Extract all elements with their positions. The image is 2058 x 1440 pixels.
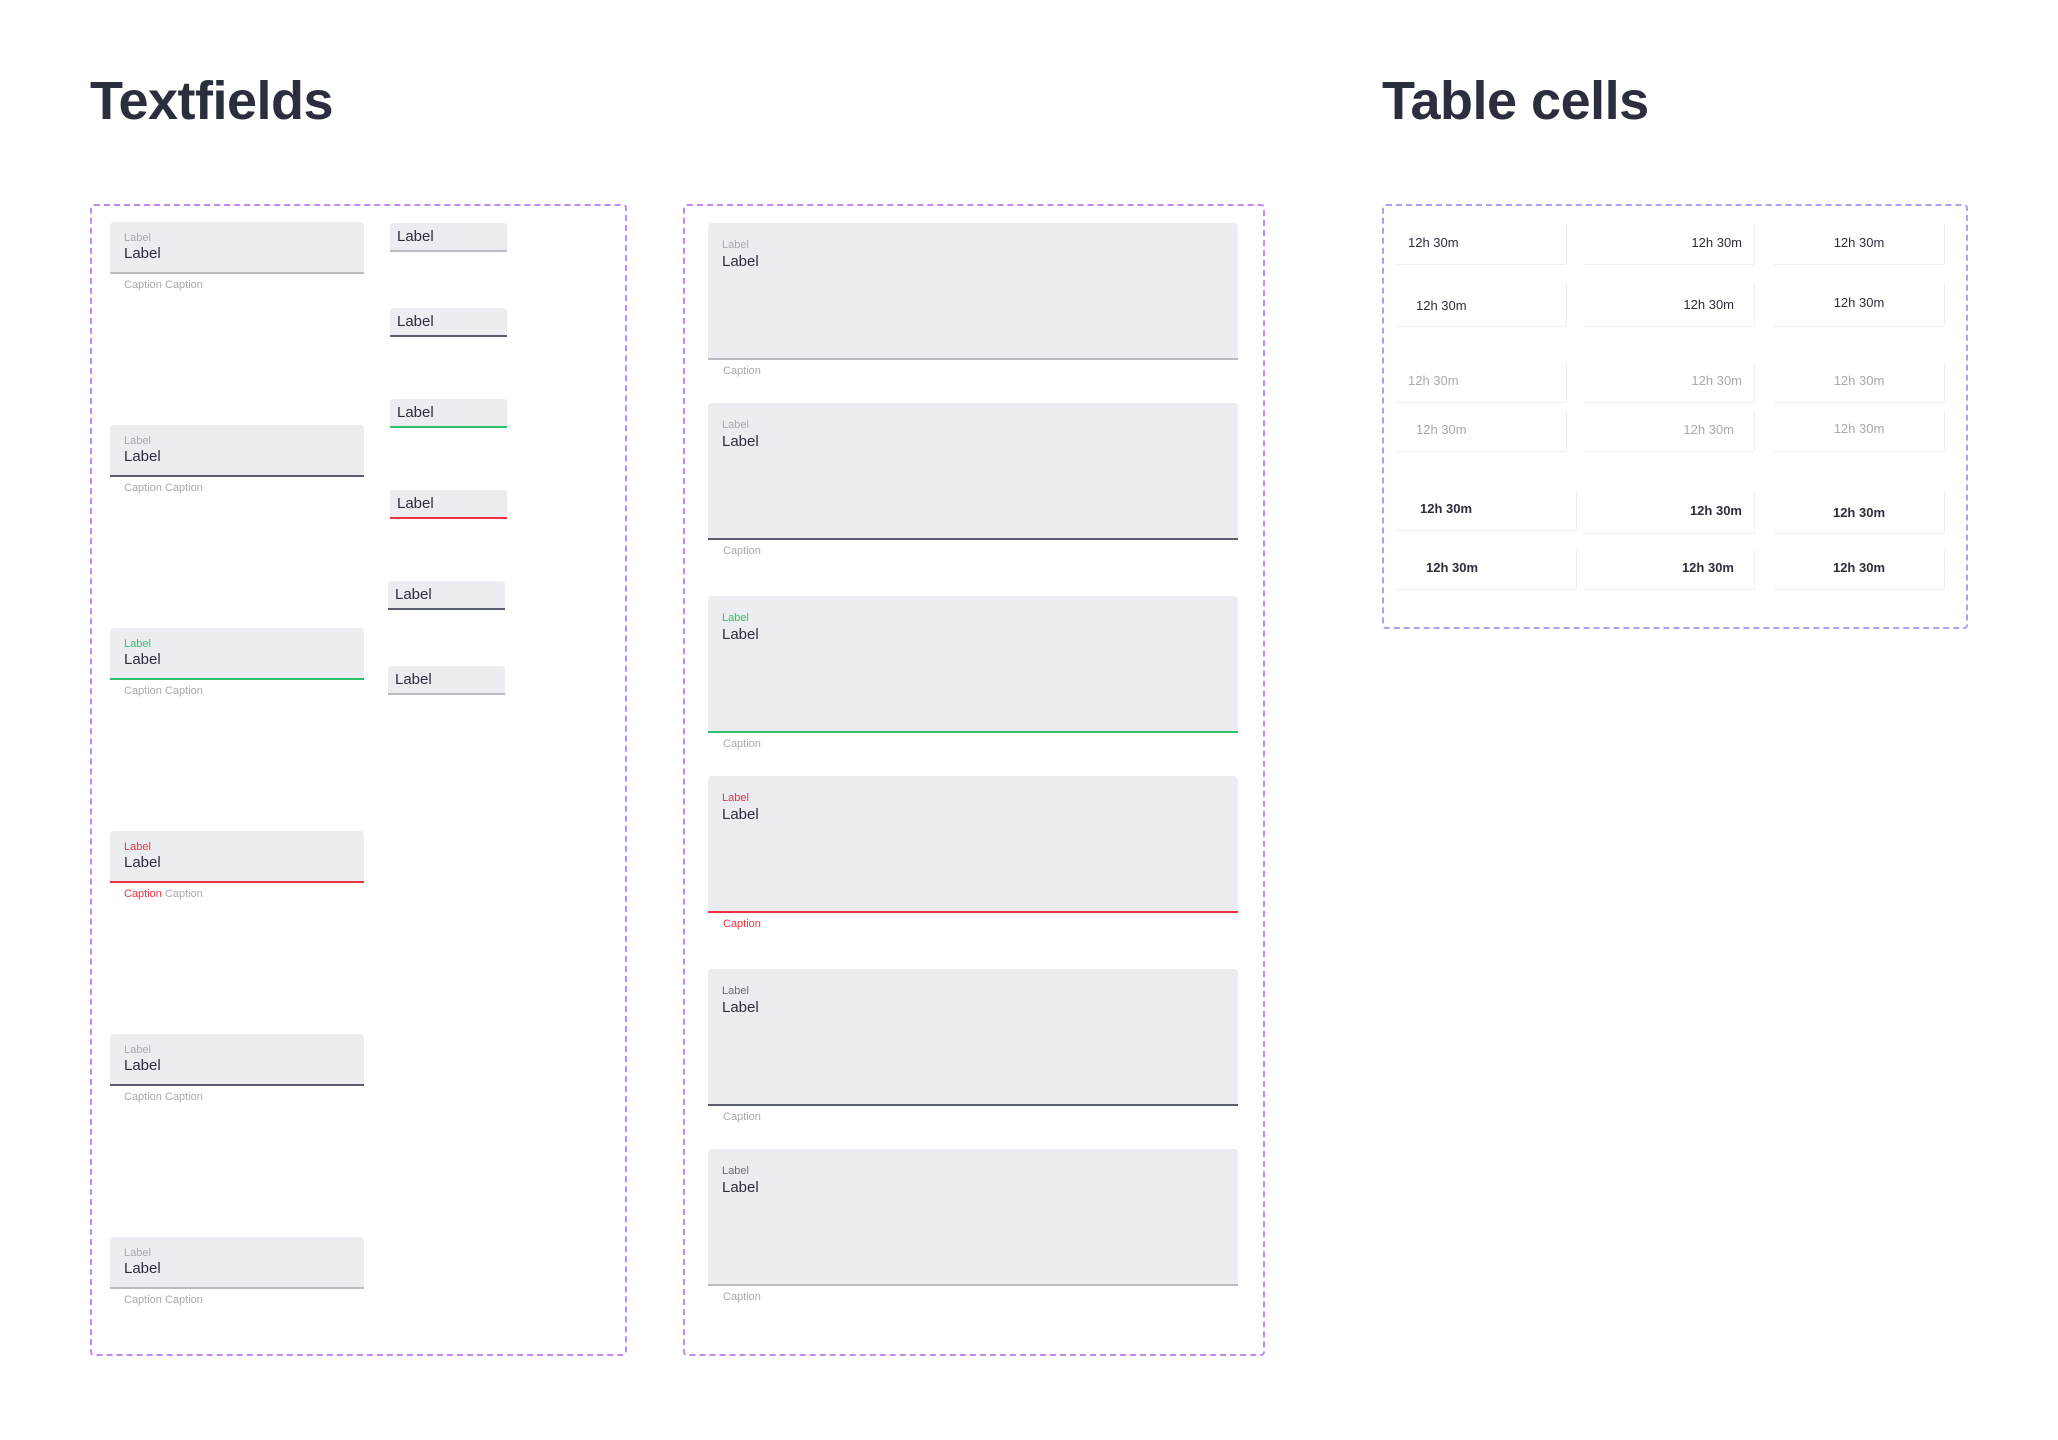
field-value: Label bbox=[124, 1260, 161, 1277]
field-value: Label bbox=[395, 586, 432, 603]
field-value: Label bbox=[397, 495, 434, 512]
table-cell[interactable]: 12h 30m bbox=[1396, 362, 1566, 402]
field-value: Label bbox=[397, 404, 434, 421]
field-label: Label bbox=[124, 435, 151, 447]
table-cell[interactable]: 12h 30m bbox=[1774, 490, 1944, 533]
field-value: Label bbox=[722, 806, 759, 823]
field-value: Label bbox=[124, 448, 161, 465]
table-cell[interactable]: 12h 30m bbox=[1396, 411, 1566, 451]
table-cells-title: Table cells bbox=[1382, 71, 1649, 131]
field-label: Label bbox=[124, 841, 151, 853]
table-cell[interactable]: 12h 30m bbox=[1584, 224, 1754, 264]
field-value: Label bbox=[722, 999, 759, 1016]
field-value: Label bbox=[397, 228, 434, 245]
compact-field-default[interactable]: Label bbox=[390, 223, 507, 252]
compact-field-filled[interactable]: Label bbox=[388, 581, 505, 610]
table-cell[interactable]: 12h 30m bbox=[1584, 549, 1754, 589]
textareas-frame: Label Label Caption Label Label Caption … bbox=[683, 204, 1265, 1356]
field-value: Label bbox=[722, 626, 759, 643]
field-label: Label bbox=[124, 1044, 151, 1056]
table-cell[interactable]: 12h 30m bbox=[1584, 490, 1754, 533]
field-label: Label bbox=[722, 792, 749, 804]
table-cell[interactable]: 12h 30m bbox=[1584, 283, 1754, 326]
table-cell[interactable]: 12h 30m bbox=[1774, 362, 1944, 402]
field-label: Label bbox=[722, 419, 749, 431]
compact-field-error[interactable]: Label bbox=[390, 490, 507, 519]
table-cell[interactable]: 12h 30m bbox=[1584, 411, 1754, 451]
compact-field-hover[interactable]: Label bbox=[390, 308, 507, 337]
table-cell[interactable]: 12h 30m bbox=[1396, 283, 1566, 326]
field-value: Label bbox=[722, 433, 759, 450]
field-caption: Caption Caption bbox=[124, 482, 203, 494]
field-label: Label bbox=[722, 985, 749, 997]
field-caption: Caption Caption bbox=[124, 685, 203, 697]
textarea-caption: Caption bbox=[723, 1111, 761, 1123]
textfields-frame: Label Label Caption Caption Label Label … bbox=[90, 204, 627, 1356]
table-cell[interactable]: 12h 30m bbox=[1396, 549, 1576, 589]
field-value: Label bbox=[124, 245, 161, 262]
field-value: Label bbox=[397, 313, 434, 330]
table-cells-frame: 12h 30m 12h 30m 12h 30m 12h 30m 12h 30m … bbox=[1382, 204, 1968, 629]
field-caption: Caption Caption bbox=[124, 1294, 203, 1306]
field-value: Label bbox=[124, 651, 161, 668]
textarea-disabled[interactable]: Label Label bbox=[708, 1149, 1238, 1286]
field-value: Label bbox=[722, 253, 759, 270]
field-caption: Caption Caption bbox=[124, 888, 203, 900]
textarea-hover[interactable]: Label Label bbox=[708, 403, 1238, 540]
textfield-disabled[interactable]: Label Label bbox=[110, 1237, 364, 1289]
field-label: Label bbox=[124, 232, 151, 244]
textarea-caption: Caption bbox=[723, 365, 761, 377]
table-cell[interactable]: 12h 30m bbox=[1396, 224, 1566, 264]
field-label: Label bbox=[722, 239, 749, 251]
field-label: Label bbox=[722, 1165, 749, 1177]
table-cell[interactable]: 12h 30m bbox=[1774, 283, 1944, 326]
table-cell[interactable]: 12h 30m bbox=[1396, 490, 1576, 530]
table-cell[interactable]: 12h 30m bbox=[1774, 549, 1944, 589]
textarea-caption: Caption bbox=[723, 918, 761, 930]
textarea-error[interactable]: Label Label bbox=[708, 776, 1238, 913]
compact-field-disabled[interactable]: Label bbox=[388, 666, 505, 695]
textarea-caption: Caption bbox=[723, 738, 761, 750]
textarea-caption: Caption bbox=[723, 545, 761, 557]
field-label: Label bbox=[124, 638, 151, 650]
field-value: Label bbox=[124, 1057, 161, 1074]
textfield-focus[interactable]: Label Label bbox=[110, 628, 364, 680]
textfield-default[interactable]: Label Label bbox=[110, 222, 364, 274]
table-cell[interactable]: 12h 30m bbox=[1584, 362, 1754, 402]
field-label: Label bbox=[722, 612, 749, 624]
compact-field-focus[interactable]: Label bbox=[390, 399, 507, 428]
field-caption: Caption Caption bbox=[124, 1091, 203, 1103]
field-value: Label bbox=[395, 671, 432, 688]
table-cell[interactable]: 12h 30m bbox=[1774, 411, 1944, 451]
textfield-hover[interactable]: Label Label bbox=[110, 425, 364, 477]
textarea-focus[interactable]: Label Label bbox=[708, 596, 1238, 733]
field-caption: Caption Caption bbox=[124, 279, 203, 291]
textfield-error[interactable]: Label Label bbox=[110, 831, 364, 883]
textarea-filled[interactable]: Label Label bbox=[708, 969, 1238, 1106]
textfields-title: Textfields bbox=[90, 71, 334, 131]
field-value: Label bbox=[722, 1179, 759, 1196]
field-value: Label bbox=[124, 854, 161, 871]
textfield-filled[interactable]: Label Label bbox=[110, 1034, 364, 1086]
table-cell[interactable]: 12h 30m bbox=[1774, 224, 1944, 264]
textarea-caption: Caption bbox=[723, 1291, 761, 1303]
field-label: Label bbox=[124, 1247, 151, 1259]
textarea-default[interactable]: Label Label bbox=[708, 223, 1238, 360]
